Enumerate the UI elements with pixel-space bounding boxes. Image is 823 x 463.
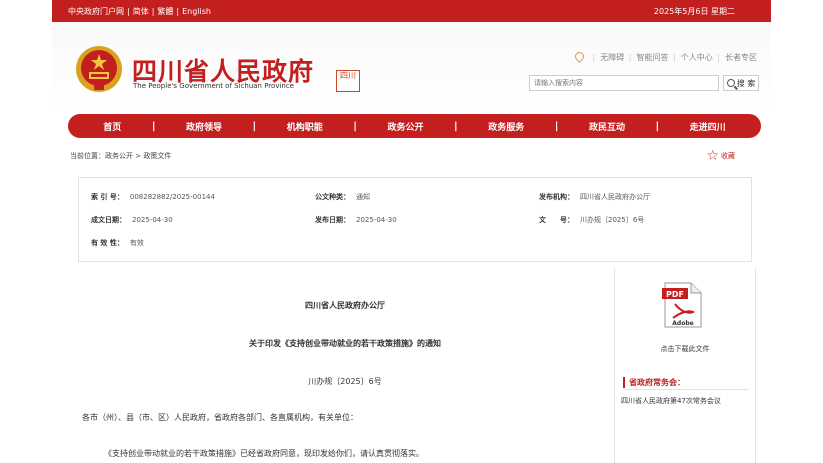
search-button-label: 搜 索 (736, 78, 756, 88)
top-links: 中央政府门户网 | 简体 | 繁體 | English (68, 7, 211, 16)
meta-published-date: 发布日期： 2025-04-30 (315, 216, 397, 224)
meeting-link[interactable]: 四川省人民政府第47次常务会议 (621, 396, 721, 406)
site-header: 四川省人民政府 The People's Government of Sichu… (52, 22, 771, 110)
meta-validity: 有 效 性： 有效 (91, 239, 144, 247)
location-pin-icon (573, 50, 586, 63)
meta-doc-number: 文 号： 川办规〔2025〕6号 (539, 216, 645, 224)
document-paragraph: 《支持创业带动就业的若干政策措施》已经省政府同意，现印发给你们，请认真贯彻落实。 (104, 449, 424, 458)
sidebar-divider (623, 389, 749, 390)
search-input[interactable] (529, 75, 719, 91)
search-button[interactable]: 搜 索 (723, 75, 759, 91)
favorite-button[interactable]: ☆ 收藏 (706, 148, 735, 164)
accessible-link[interactable]: 无障碍 (600, 53, 624, 62)
user-links: | 无障碍 | 智能问答 | 个人中心 | 长者专区 (572, 50, 757, 63)
national-emblem-icon[interactable] (74, 44, 124, 94)
personal-center-link[interactable]: 个人中心 (681, 53, 713, 62)
elder-zone-link[interactable]: 长者专区 (725, 53, 757, 62)
top-bar: 中央政府门户网 | 简体 | 繁體 | English 2025年5月6日 星期二 (52, 0, 771, 22)
meta-index: 索 引 号： 008282882/2025-00144 (91, 193, 215, 201)
simplified-link[interactable]: 简体 (133, 7, 149, 16)
nav-gov-affairs[interactable]: 政务公开 (387, 120, 423, 133)
nav-interaction[interactable]: 政民互动 (589, 120, 625, 133)
seal-text: 四川 (340, 71, 356, 80)
nav-institutions[interactable]: 机构职能 (287, 120, 323, 133)
document-number: 川办规〔2025〕6号 (308, 377, 382, 386)
nav-about-sichuan[interactable]: 走进四川 (690, 120, 726, 133)
nav-home[interactable]: 首页 (103, 120, 121, 133)
current-date: 2025年5月6日 星期二 (653, 7, 735, 16)
document-addressee: 各市（州）、县（市、区）人民政府，省政府各部门、各直属机构，有关单位： (82, 413, 358, 422)
star-icon: ☆ (706, 148, 719, 164)
nav-services[interactable]: 政务服务 (488, 120, 524, 133)
search-box: 搜 索 (529, 75, 759, 91)
svg-text:PDF: PDF (666, 290, 684, 299)
favorite-label: 收藏 (721, 152, 735, 160)
svg-text:Adobe: Adobe (672, 320, 693, 327)
sidebar-section-heading: 省政府常务会： (623, 377, 685, 388)
search-icon (726, 79, 735, 87)
document-issuer: 四川省人民政府办公厅 (305, 301, 385, 310)
main-nav: 首页 | 政府领导 | 机构职能 | 政务公开 | 政务服务 | 政民互动 | … (68, 114, 761, 138)
document-sidebar: PDF Adobe 点击下载此文件 省政府常务会： 四川省人民政府第47次常务会… (614, 268, 756, 463)
english-link[interactable]: English (182, 7, 211, 16)
traditional-link[interactable]: 繁體 (157, 7, 173, 16)
document-title: 关于印发《支持创业带动就业的若干政策措施》的通知 (249, 339, 441, 348)
gov-portal-link[interactable]: 中央政府门户网 (68, 7, 124, 16)
meta-issuer: 发布机构： 四川省人民政府办公厅 (539, 193, 650, 201)
download-link[interactable]: 点击下载此文件 (615, 344, 755, 354)
pdf-file-icon[interactable]: PDF Adobe (661, 282, 703, 328)
smart-qa-link[interactable]: 智能问答 (637, 53, 669, 62)
site-subtitle: The People's Government of Sichuan Provi… (133, 82, 294, 90)
document-body: 四川省人民政府办公厅 关于印发《支持创业带动就业的若干政策措施》的通知 川办规〔… (78, 268, 612, 463)
breadcrumb[interactable]: 当前位置：政务公开 > 政策文件 (70, 151, 171, 161)
sichuan-seal-logo: 四川 (336, 70, 360, 92)
document-metadata: 索 引 号： 008282882/2025-00144 公文种类： 通知 发布机构：… (78, 177, 752, 262)
nav-leaders[interactable]: 政府领导 (186, 120, 222, 133)
meta-category: 公文种类： 通知 (315, 193, 370, 201)
meta-written-date: 成文日期： 2025-04-30 (91, 216, 173, 224)
